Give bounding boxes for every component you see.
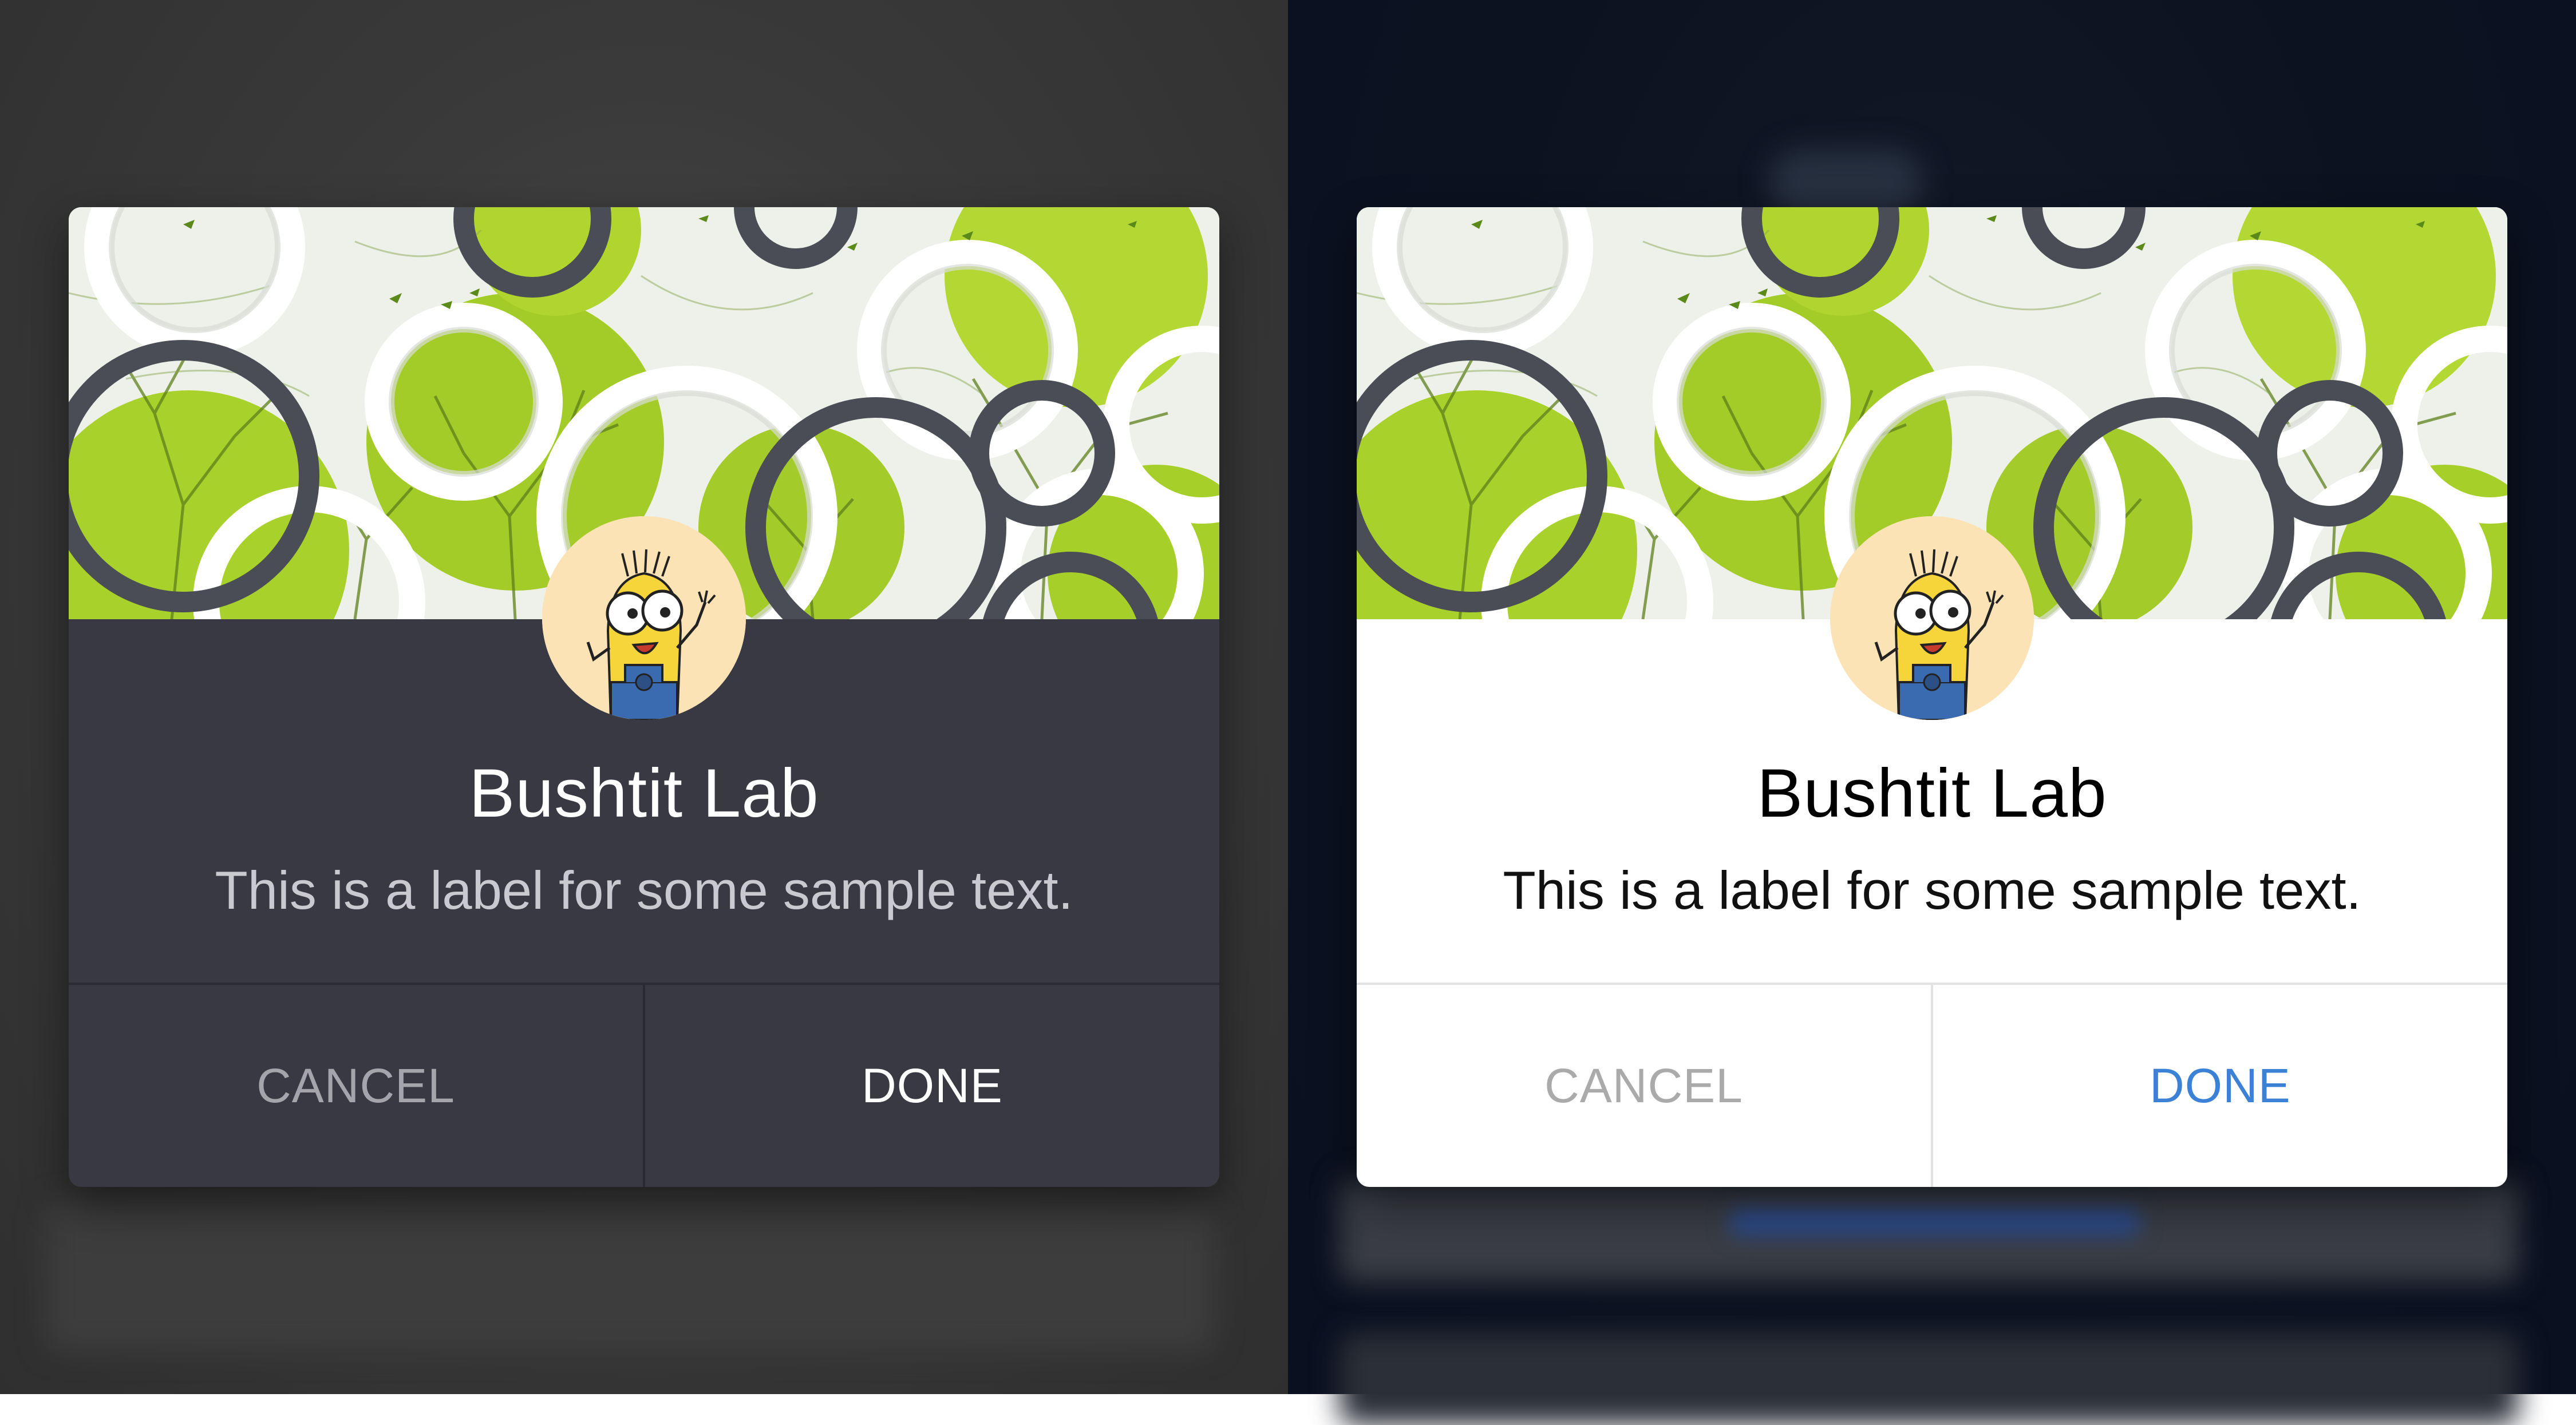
- dialog-message: This is a label for some sample text.: [215, 860, 1073, 920]
- blurred-background-panel: [46, 1202, 1214, 1351]
- blurred-background-panel: [1340, 1333, 2519, 1425]
- dialog-message: This is a label for some sample text.: [1503, 860, 2361, 920]
- avatar: [542, 516, 746, 720]
- avatar: [1830, 516, 2034, 720]
- cancel-button[interactable]: CANCEL: [1357, 985, 1931, 1187]
- dialog-title: Bushtit Lab: [469, 755, 819, 832]
- dialog-light-theme: Bushtit Lab This is a label for some sam…: [1357, 207, 2507, 1187]
- blurred-background-link: [1729, 1208, 2141, 1236]
- cancel-button[interactable]: CANCEL: [69, 985, 643, 1187]
- done-button[interactable]: DONE: [645, 985, 1219, 1187]
- dialog-title: Bushtit Lab: [1757, 755, 2107, 832]
- done-button[interactable]: DONE: [1933, 985, 2507, 1187]
- dialog-dark-theme: Bushtit Lab This is a label for some sam…: [69, 207, 1219, 1187]
